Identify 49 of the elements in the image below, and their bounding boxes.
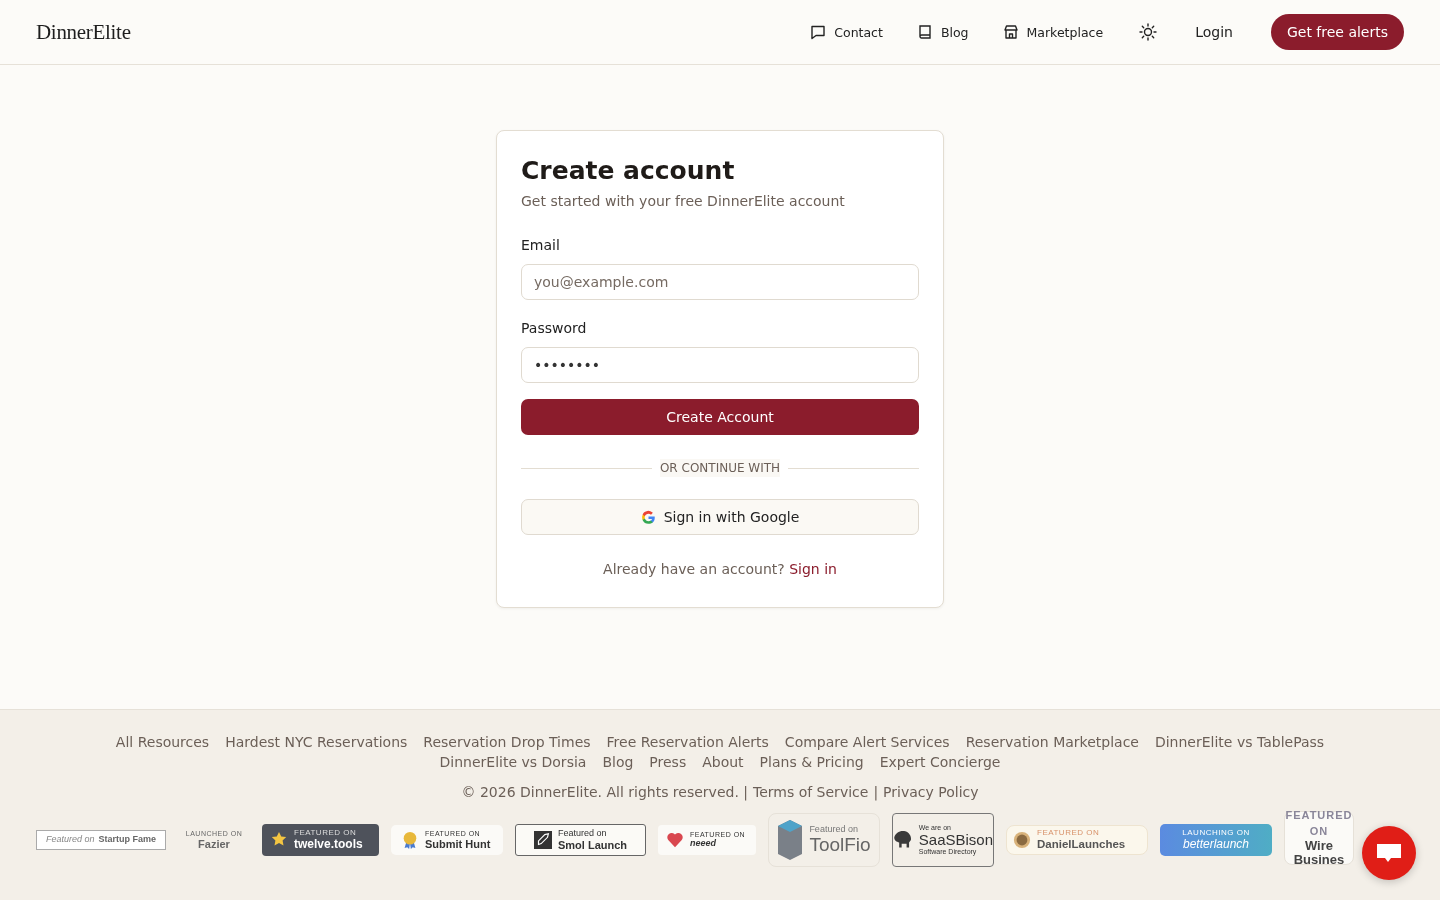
- featured-badge[interactable]: FEATURED ON Wire Busines: [1284, 811, 1354, 865]
- footer-link[interactable]: Compare Alert Services: [784, 734, 950, 750]
- footer-link[interactable]: DinnerElite vs TablePass: [1154, 734, 1325, 750]
- google-icon: [640, 509, 656, 525]
- logo[interactable]: DinnerElite: [36, 19, 131, 45]
- card-title: Create account: [521, 155, 736, 187]
- footer-link[interactable]: Free Reservation Alerts: [606, 734, 769, 750]
- footer-link[interactable]: Reservation Marketplace: [965, 734, 1139, 750]
- footer-link[interactable]: Reservation Drop Times: [423, 734, 591, 750]
- privacy-link[interactable]: Privacy Policy: [883, 784, 979, 800]
- featured-badge[interactable]: Featured on Smol Launch: [515, 824, 646, 856]
- input-field[interactable]: ••••••••: [521, 347, 919, 383]
- message-icon: [810, 24, 827, 40]
- input-field[interactable]: you@example.com: [521, 264, 919, 300]
- field-label: Email: [521, 237, 561, 253]
- footer-link[interactable]: Plans & Pricing: [759, 754, 864, 770]
- signin-link[interactable]: Sign in: [789, 561, 837, 577]
- featured-badge[interactable]: Featured on ToolFio: [768, 813, 880, 867]
- store-icon: [1002, 24, 1019, 40]
- create-account-button[interactable]: Create Account: [521, 399, 919, 435]
- featured-badge[interactable]: FEATURED ON twelve.tools: [262, 824, 379, 856]
- separator: |: [873, 784, 879, 800]
- chat-button[interactable]: [1362, 826, 1416, 880]
- signin-prompt: Already have an account?: [603, 561, 785, 577]
- get-alerts-button[interactable]: Get free alerts: [1270, 14, 1404, 50]
- nav-link[interactable]: Blog: [902, 16, 983, 48]
- footer-link[interactable]: Blog: [602, 754, 634, 770]
- book-icon: [916, 24, 933, 40]
- footer-link[interactable]: DinnerElite vs Dorsia: [439, 754, 587, 770]
- login-link[interactable]: Login: [1179, 16, 1249, 48]
- field-label: Password: [521, 320, 588, 336]
- footer-link[interactable]: Expert Concierge: [879, 754, 1001, 770]
- copyright: © 2026 DinnerElite. All rights reserved. |: [461, 784, 748, 800]
- footer-link[interactable]: Press: [649, 754, 687, 770]
- divider-label: OR CONTINUE WITH: [659, 459, 781, 477]
- medal-icon: [401, 831, 419, 849]
- google-signin-button[interactable]: Sign in with Google: [521, 499, 919, 535]
- sun-icon[interactable]: [1139, 23, 1158, 41]
- card-subtitle: Get started with your free DinnerElite account: [521, 193, 846, 209]
- footer-link[interactable]: All Resources: [115, 734, 210, 750]
- nav-link[interactable]: Contact: [796, 16, 897, 48]
- featured-badge[interactable]: FEATURED ON DanielLaunches: [1006, 825, 1148, 855]
- terms-link[interactable]: Terms of Service: [753, 784, 869, 800]
- nav-link[interactable]: Marketplace: [988, 16, 1118, 48]
- coin-icon: [1013, 831, 1031, 849]
- heart-icon: [666, 831, 684, 849]
- footer-link[interactable]: About: [702, 754, 744, 770]
- footer-link[interactable]: Hardest NYC Reservations: [225, 734, 408, 750]
- featured-badge[interactable]: Featured on Startup Fame: [36, 830, 166, 850]
